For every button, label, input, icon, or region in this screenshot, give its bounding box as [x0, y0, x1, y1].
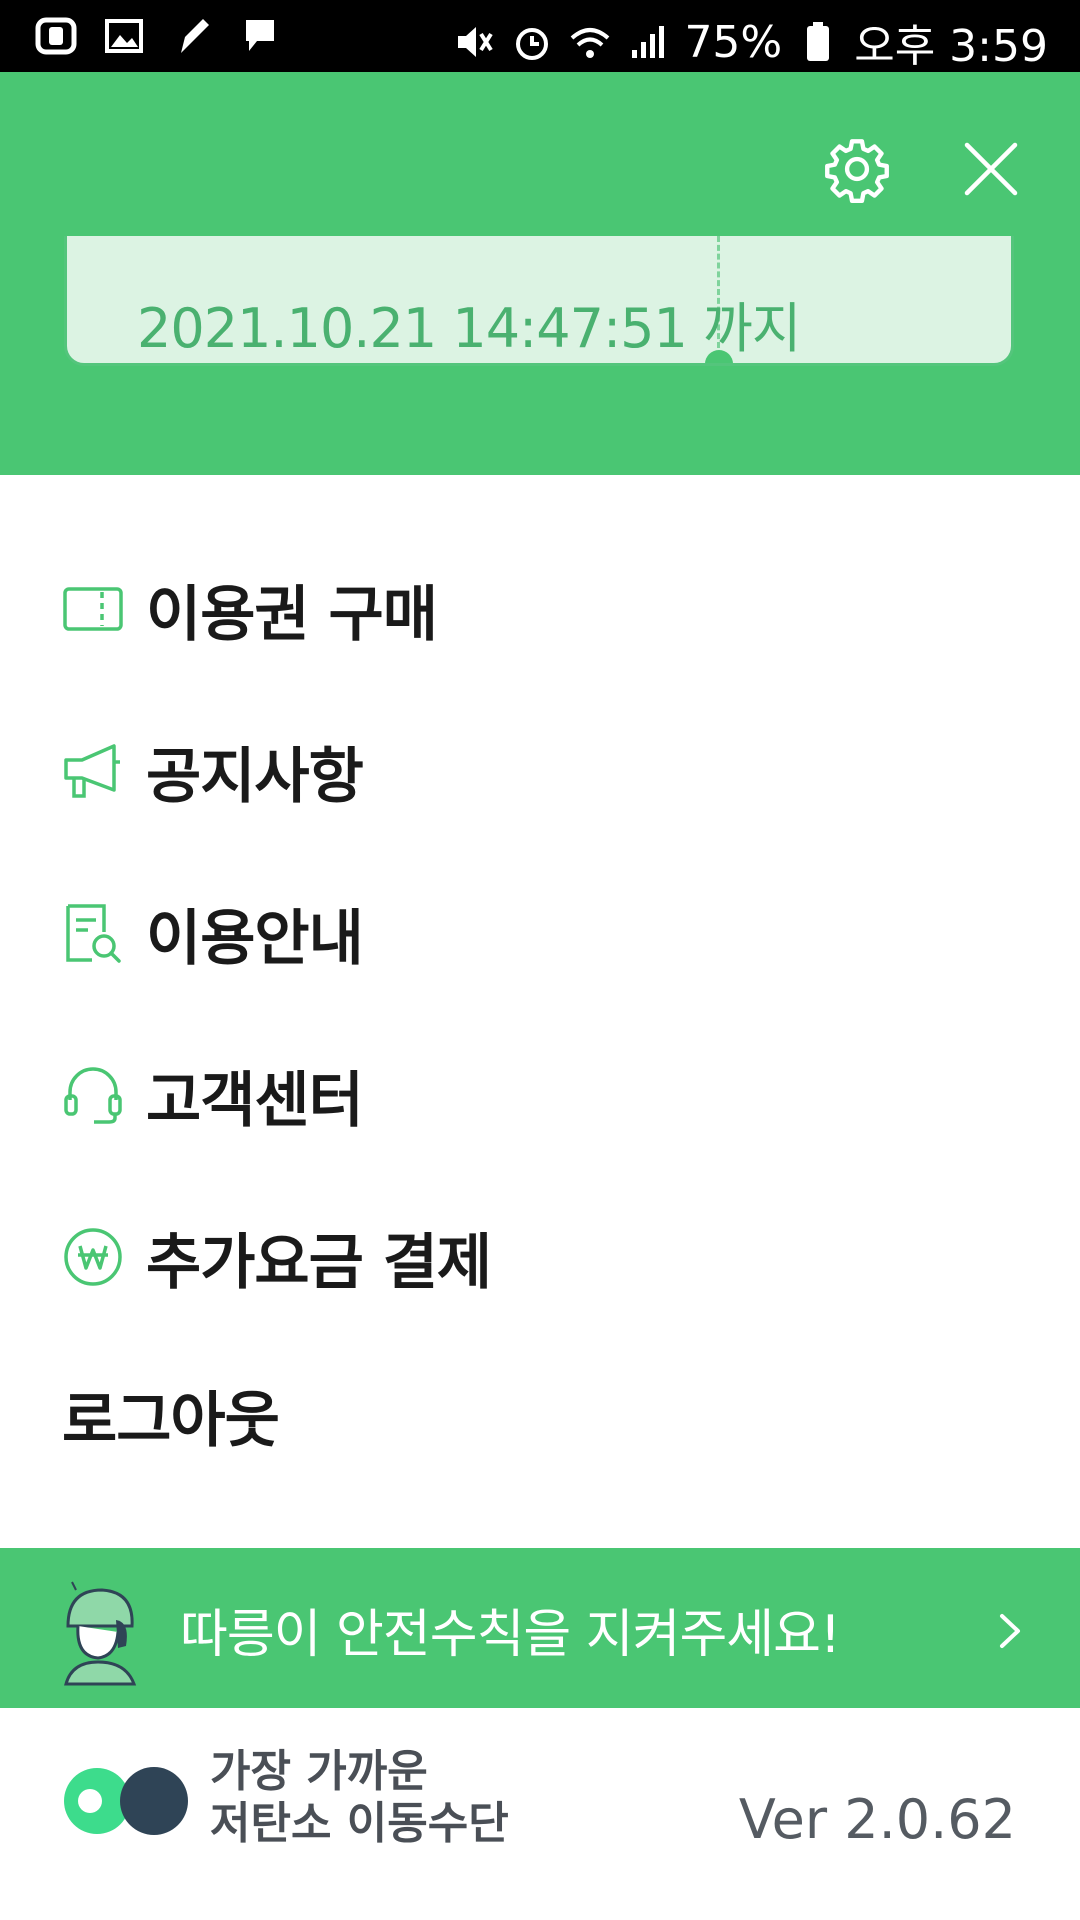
menu-item-customer-center[interactable]: 고객센터: [62, 1035, 962, 1155]
menu-label: 로그아웃: [62, 1385, 280, 1456]
document-search-icon: [62, 902, 124, 964]
helmet-rider-icon: [64, 1581, 137, 1686]
image-icon: [102, 14, 146, 58]
menu-item-guide[interactable]: 이용안내: [62, 873, 962, 993]
alarm-icon: [510, 20, 554, 64]
menu-item-extra-fee[interactable]: 추가요금 결제: [62, 1197, 962, 1317]
tagline-line-1: 가장 가까운: [210, 1746, 428, 1797]
brand-tagline: 가장 가까운 저탄소 이동수단: [210, 1746, 509, 1850]
menu-label: 이용권 구매: [146, 579, 438, 650]
ticket-icon: [62, 578, 124, 640]
headset-icon: [62, 1064, 124, 1126]
won-icon: [62, 1226, 124, 1288]
chevron-right-icon: [1000, 1614, 1020, 1648]
app-version: Ver 2.0.62: [738, 1788, 1016, 1851]
battery-percent: 75%: [684, 16, 783, 68]
menu-label: 공지사항: [146, 741, 364, 812]
safety-banner[interactable]: 따릉이 안전수칙을 지켜주세요!: [0, 1548, 1080, 1708]
battery-icon: [796, 20, 840, 64]
pass-ticket-card[interactable]: 2021.10.21 14:47:51 까지: [64, 236, 1014, 366]
message-icon: [238, 14, 282, 58]
drawer-header: 2021.10.21 14:47:51 까지: [0, 72, 1080, 475]
notification-icons: [34, 14, 282, 58]
menu-label: 추가요금 결제: [146, 1227, 492, 1298]
tagline-line-2: 저탄소 이동수단: [210, 1798, 509, 1849]
gear-icon: [825, 139, 889, 203]
pen-icon: [170, 14, 214, 58]
wifi-icon: [568, 20, 612, 64]
status-bar: 75% 오후 3:59: [0, 0, 1080, 72]
menu-label: 고객센터: [146, 1065, 364, 1136]
signal-icon: [626, 20, 670, 64]
megaphone-icon: [62, 740, 124, 802]
menu-label: 이용안내: [146, 903, 364, 974]
clock: 오후 3:59: [854, 21, 1048, 72]
banner-text: 따릉이 안전수칙을 지켜주세요!: [180, 1605, 841, 1665]
app-notification-icon: [34, 14, 78, 58]
brand-logo: [64, 1767, 188, 1835]
menu-item-buy-pass[interactable]: 이용권 구매: [62, 549, 962, 669]
system-status: 75% 오후 3:59: [452, 10, 1048, 74]
drawer-footer: 가장 가까운 저탄소 이동수단 Ver 2.0.62: [0, 1708, 1080, 1920]
ticket-expiry: 2021.10.21 14:47:51 까지: [137, 297, 801, 360]
menu-item-notices[interactable]: 공지사항: [62, 711, 962, 831]
close-button[interactable]: [936, 114, 1046, 224]
mute-icon: [452, 20, 496, 64]
close-icon: [964, 142, 1018, 196]
settings-button[interactable]: [802, 114, 912, 224]
menu-item-logout[interactable]: 로그아웃: [62, 1355, 962, 1475]
